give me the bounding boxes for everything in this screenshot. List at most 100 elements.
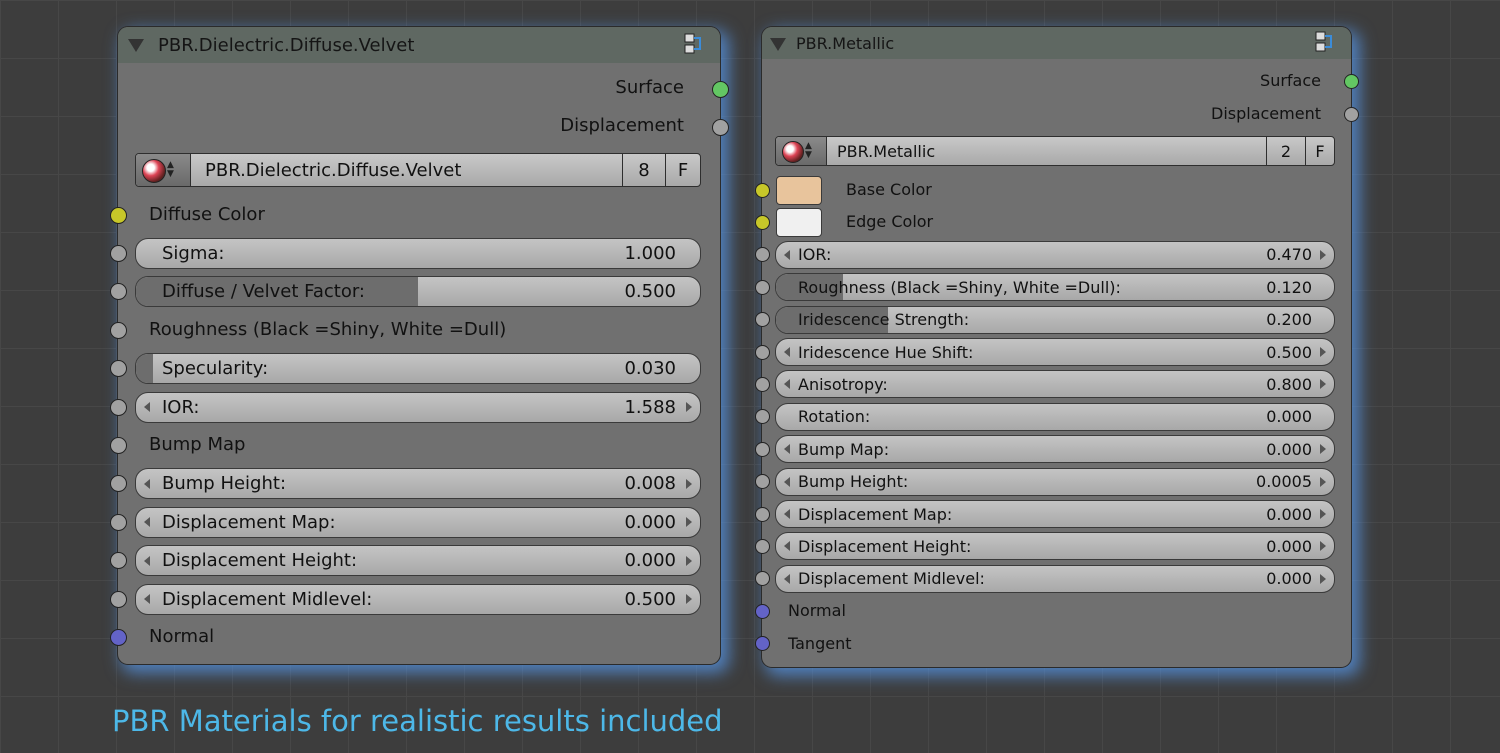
- field-label: Roughness (Black =Shiny, White =Dull):: [798, 277, 1121, 297]
- field-sigma[interactable]: Sigma: 1.000: [135, 237, 701, 269]
- decrement-arrow-icon[interactable]: [784, 573, 790, 584]
- input-socket-displacement-map[interactable]: [754, 506, 770, 522]
- field-displacement-map[interactable]: Displacement Map: 0.000: [775, 500, 1335, 528]
- field-bump-height[interactable]: Bump Height: 0.0005: [775, 467, 1335, 496]
- input-socket-roughness-black-shiny-white-dull[interactable]: [754, 279, 770, 295]
- field-iridescence-hue-shift[interactable]: Iridescence Hue Shift: 0.500: [775, 338, 1335, 366]
- increment-arrow-icon[interactable]: [1320, 509, 1326, 519]
- input-socket-displacement-midlevel[interactable]: [754, 571, 770, 587]
- increment-arrow-icon[interactable]: [1320, 379, 1326, 390]
- input-socket-iridescence-strength[interactable]: [754, 312, 770, 328]
- decrement-arrow-icon[interactable]: [784, 347, 790, 357]
- node-group-icon[interactable]: [1313, 30, 1335, 54]
- field-ior[interactable]: IOR: 0.470: [775, 240, 1335, 269]
- input-socket-ior[interactable]: [109, 398, 127, 416]
- field-displacement-height[interactable]: Displacement Height: 0.000: [135, 545, 701, 577]
- field-displacement-map[interactable]: Displacement Map: 0.000: [135, 506, 701, 538]
- field-diffuse-velvet-factor[interactable]: Diffuse / Velvet Factor: 0.500: [135, 276, 701, 308]
- input-socket-normal[interactable]: [109, 628, 127, 646]
- field-roughness-black-shiny-white-dull[interactable]: Roughness (Black =Shiny, White =Dull): 0.…: [775, 273, 1335, 302]
- input-socket-tangent[interactable]: [754, 636, 770, 652]
- input-socket-edge-color[interactable]: [754, 214, 770, 230]
- decrement-arrow-icon[interactable]: [784, 509, 790, 519]
- input-socket-specularity[interactable]: [109, 360, 127, 378]
- input-socket-anisotropy[interactable]: [754, 376, 770, 392]
- node-header[interactable]: PBR.Metallic: [762, 27, 1351, 59]
- user-count-button[interactable]: 8: [622, 154, 665, 186]
- node-title: PBR.Metallic: [796, 34, 895, 53]
- decrement-arrow-icon[interactable]: [784, 249, 790, 260]
- output-socket-surface[interactable]: [1343, 73, 1359, 89]
- color-swatch-edge-color[interactable]: [776, 207, 822, 237]
- node-header[interactable]: PBR.Dielectric.Diffuse.Velvet: [118, 27, 720, 63]
- decrement-arrow-icon[interactable]: [784, 476, 790, 487]
- field-rotation[interactable]: Rotation: 0.000: [775, 402, 1335, 431]
- collapse-triangle-icon[interactable]: [770, 38, 786, 51]
- node-group-icon[interactable]: [682, 32, 704, 56]
- field-iridescence-strength[interactable]: Iridescence Strength: 0.200: [775, 305, 1335, 334]
- increment-arrow-icon[interactable]: [1320, 541, 1326, 552]
- output-socket-displacement[interactable]: [1343, 106, 1359, 122]
- field-displacement-midlevel[interactable]: Displacement Midlevel: 0.000: [775, 564, 1335, 593]
- field-ior[interactable]: IOR: 1.588: [135, 391, 701, 423]
- collapse-triangle-icon[interactable]: [128, 39, 144, 52]
- decrement-arrow-icon[interactable]: [144, 402, 150, 412]
- input-socket-iridescence-hue-shift[interactable]: [754, 344, 770, 360]
- increment-arrow-icon[interactable]: [1320, 444, 1326, 455]
- input-socket-displacement-height[interactable]: [109, 552, 127, 570]
- decrement-arrow-icon[interactable]: [144, 517, 150, 528]
- input-socket-bump-height[interactable]: [109, 475, 127, 493]
- increment-arrow-icon[interactable]: [686, 517, 692, 528]
- material-browse-button[interactable]: ▲ ▼: [776, 137, 827, 165]
- increment-arrow-icon[interactable]: [686, 478, 692, 489]
- field-bump-map[interactable]: Bump Map: 0.000: [775, 435, 1335, 464]
- input-socket-bump-map[interactable]: [109, 436, 127, 454]
- node-pbr-dielectric-diffuse-velvet[interactable]: PBR.Dielectric.Diffuse.Velvet Surface Dis…: [109, 27, 729, 664]
- decrement-arrow-icon[interactable]: [144, 478, 150, 489]
- material-name[interactable]: PBR.Dielectric.Diffuse.Velvet: [191, 154, 622, 186]
- field-specularity[interactable]: Specularity: 0.030: [135, 353, 701, 385]
- output-socket-displacement[interactable]: [711, 118, 729, 136]
- increment-arrow-icon[interactable]: [1320, 249, 1326, 260]
- field-bump-height[interactable]: Bump Height: 0.008: [135, 468, 701, 500]
- decrement-arrow-icon[interactable]: [784, 379, 790, 390]
- input-socket-normal[interactable]: [754, 603, 770, 619]
- input-socket-base-color[interactable]: [754, 182, 770, 198]
- decrement-arrow-icon[interactable]: [784, 444, 790, 455]
- increment-arrow-icon[interactable]: [686, 402, 692, 412]
- input-socket-ior[interactable]: [754, 247, 770, 263]
- input-socket-displacement-map[interactable]: [109, 513, 127, 531]
- input-socket-sigma[interactable]: [109, 244, 127, 262]
- field-displacement-height[interactable]: Displacement Height: 0.000: [775, 532, 1335, 561]
- material-selector[interactable]: ▲ ▼ PBR.Dielectric.Diffuse.Velvet 8 F: [135, 153, 701, 187]
- material-browse-button[interactable]: ▲ ▼: [136, 154, 191, 186]
- increment-arrow-icon[interactable]: [686, 555, 692, 566]
- decrement-arrow-icon[interactable]: [784, 541, 790, 552]
- input-socket-bump-height[interactable]: [754, 474, 770, 490]
- input-socket-displacement-height[interactable]: [754, 538, 770, 554]
- decrement-arrow-icon[interactable]: [144, 594, 150, 604]
- input-socket-rotation[interactable]: [754, 409, 770, 425]
- user-count-button[interactable]: 2: [1266, 137, 1305, 165]
- field-displacement-midlevel[interactable]: Displacement Midlevel: 0.500: [135, 583, 701, 615]
- decrement-arrow-icon[interactable]: [144, 555, 150, 566]
- increment-arrow-icon[interactable]: [1320, 476, 1326, 487]
- increment-arrow-icon[interactable]: [1320, 573, 1326, 584]
- input-socket-displacement-midlevel[interactable]: [109, 590, 127, 608]
- field-label: Bump Height:: [162, 473, 287, 495]
- field-anisotropy[interactable]: Anisotropy: 0.800: [775, 370, 1335, 399]
- fake-user-button[interactable]: F: [665, 154, 700, 186]
- input-socket-diffuse-color[interactable]: [109, 206, 127, 224]
- field-value: 0.000: [1266, 504, 1312, 524]
- increment-arrow-icon[interactable]: [1320, 347, 1326, 357]
- input-socket-diffuse-velvet-factor[interactable]: [109, 283, 127, 301]
- node-pbr-metallic[interactable]: PBR.Metallic Surface Displacement ▲ ▼ PBR.Me…: [754, 27, 1359, 667]
- material-selector[interactable]: ▲ ▼ PBR.Metallic 2 F: [775, 136, 1335, 166]
- color-swatch-base-color[interactable]: [776, 175, 822, 205]
- output-socket-surface[interactable]: [711, 80, 729, 98]
- input-socket-bump-map[interactable]: [754, 441, 770, 457]
- increment-arrow-icon[interactable]: [686, 594, 692, 604]
- fake-user-button[interactable]: F: [1305, 137, 1334, 165]
- input-socket-roughness-black-shiny-white-dull[interactable]: [109, 321, 127, 339]
- material-name[interactable]: PBR.Metallic: [827, 137, 1266, 165]
